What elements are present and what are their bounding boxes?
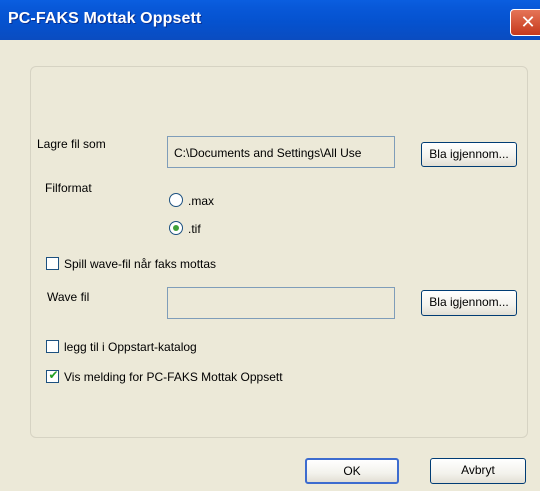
dialog-window: PC-FAKS Mottak Oppsett ✕ Lagre fil som C… — [0, 0, 540, 491]
ok-button[interactable]: OK — [305, 458, 399, 484]
checkmark-icon: ✔ — [48, 368, 59, 382]
browse-wave-file-button[interactable]: Bla igjennom... — [421, 290, 517, 316]
close-button[interactable]: ✕ — [510, 9, 540, 36]
add-startup-checkbox[interactable] — [46, 340, 59, 353]
show-message-checkbox[interactable]: ✔ — [46, 368, 59, 383]
format-max-radio[interactable] — [169, 193, 183, 207]
close-icon: ✕ — [520, 12, 536, 33]
window-title: PC-FAKS Mottak Oppsett — [8, 10, 202, 27]
cancel-button[interactable]: Avbryt — [430, 458, 526, 484]
format-tif-label: .tif — [188, 222, 201, 236]
add-startup-label: legg til i Oppstart-katalog — [64, 340, 197, 354]
browse-save-path-button[interactable]: Bla igjennom... — [421, 142, 517, 167]
play-wave-label: Spill wave-fil når faks mottas — [64, 257, 217, 271]
title-bar[interactable]: PC-FAKS Mottak Oppsett ✕ — [0, 0, 540, 40]
save-as-label: Lagre fil som — [37, 137, 106, 151]
format-max-label: .max — [188, 194, 215, 208]
play-wave-checkbox[interactable] — [46, 257, 59, 270]
format-tif-radio[interactable] — [169, 221, 183, 235]
radio-selected-dot — [173, 225, 179, 231]
file-format-label: Filformat — [45, 181, 92, 195]
wave-file-field[interactable] — [167, 287, 395, 319]
show-message-label: Vis melding for PC-FAKS Mottak Oppsett — [64, 370, 283, 384]
wave-file-label: Wave fil — [47, 290, 90, 304]
save-path-field[interactable]: C:\Documents and Settings\All Use — [167, 136, 395, 168]
